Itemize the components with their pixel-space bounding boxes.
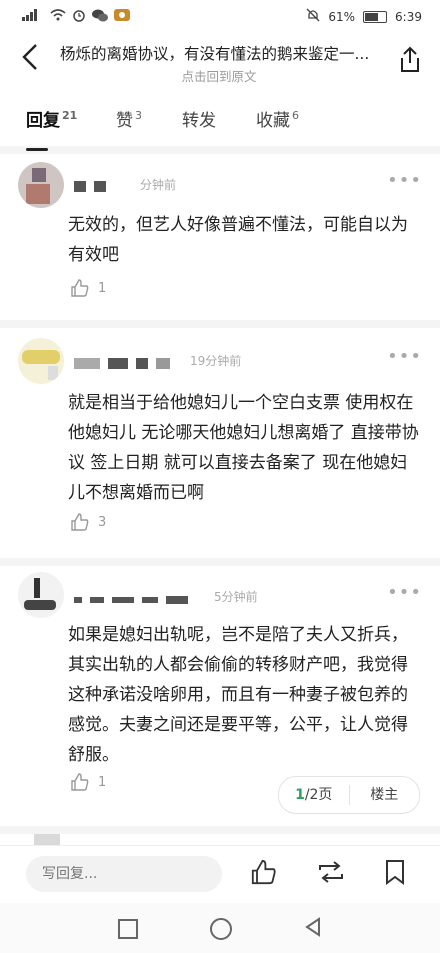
like-count: 1 <box>98 774 107 790</box>
tab-label: 赞 <box>116 111 133 131</box>
active-tab-indicator <box>26 148 48 151</box>
repost-button[interactable] <box>316 858 346 890</box>
comment-time: 19分钟前 <box>190 354 242 368</box>
tab-count: 3 <box>135 109 142 123</box>
tab-label: 收藏 <box>256 111 290 131</box>
status-bar: 61% 6:39 <box>0 0 440 32</box>
tab-label: 转发 <box>182 111 216 131</box>
comment-text: 如果是媳妇出轨呢，岂不是陪了夫人又折兵，其实出轨的人都会偷偷的转移财产吧，我觉得… <box>68 625 408 765</box>
tab-count: 6 <box>292 109 299 123</box>
username-redacted[interactable] <box>74 358 170 369</box>
share-button[interactable] <box>398 46 422 74</box>
page-navigator: 1/2页 楼主 <box>278 776 420 814</box>
avatar[interactable] <box>18 572 64 618</box>
alarm-icon <box>72 8 86 25</box>
recents-button[interactable] <box>118 919 138 939</box>
chevron-left-icon <box>22 44 37 70</box>
owner-only-button[interactable]: 楼主 <box>350 777 420 813</box>
bottom-action-bar <box>0 845 440 904</box>
username-redacted[interactable] <box>74 181 106 192</box>
home-button[interactable] <box>210 918 232 940</box>
mute-icon <box>306 8 320 25</box>
share-icon <box>401 46 419 72</box>
like-button[interactable]: 1 <box>70 772 106 792</box>
tab-replies[interactable]: 回复 21 <box>26 106 77 131</box>
comment-time: 5分钟前 <box>214 590 258 604</box>
back-nav-button[interactable] <box>304 917 322 941</box>
status-left <box>22 8 130 25</box>
comment-separator <box>0 558 440 566</box>
more-options-icon[interactable]: ••• <box>387 170 422 191</box>
page-indicator[interactable]: 1/2页 <box>279 777 349 813</box>
more-options-icon[interactable]: ••• <box>387 582 422 603</box>
battery-percent: 61% <box>328 9 356 24</box>
header: 杨烁的离婚协议，有没有懂法的鹅来鉴定一... 点击回到原文 <box>0 32 440 92</box>
system-nav-bar <box>0 903 440 953</box>
app-notification-icon <box>114 8 130 25</box>
signal-icon <box>22 9 44 24</box>
tab-count: 21 <box>62 109 78 123</box>
comment-text: 就是相当于给他媳妇儿一个空白支票 使用权在他媳妇儿 无论哪天他媳妇儿想离婚了 直… <box>68 393 419 503</box>
more-options-icon[interactable]: ••• <box>387 346 422 367</box>
like-post-button[interactable] <box>250 858 280 890</box>
tab-label: 回复 <box>26 111 60 131</box>
avatar[interactable] <box>18 338 64 384</box>
tab-bar: 回复 21 赞3 转发 收藏 6 <box>0 96 440 142</box>
like-count: 1 <box>98 280 107 296</box>
battery-icon <box>363 10 388 23</box>
avatar[interactable] <box>18 162 64 208</box>
back-button[interactable] <box>20 42 48 78</box>
like-button[interactable]: 3 <box>70 512 106 532</box>
status-right: 61% 6:39 <box>306 8 422 25</box>
clock: 6:39 <box>395 9 422 24</box>
comment-item: 19分钟前 ••• 就是相当于给他媳妇儿一个空白支票 使用权在他媳妇儿 无论哪天… <box>0 328 440 558</box>
username-redacted[interactable] <box>74 596 188 604</box>
comment-item: 分钟前 ••• 无效的，但艺人好像普遍不懂法，可能自以为有效吧 1 <box>0 154 440 320</box>
comment-separator <box>0 826 440 834</box>
wechat-icon <box>92 9 108 25</box>
comment-time: 分钟前 <box>140 178 177 192</box>
bookmark-icon <box>386 860 404 885</box>
page-title[interactable]: 杨烁的离婚协议，有没有懂法的鹅来鉴定一... <box>60 42 378 64</box>
tab-favorites[interactable]: 收藏 6 <box>256 106 299 131</box>
thumbs-up-icon <box>71 773 89 791</box>
back-to-original-link[interactable]: 点击回到原文 <box>60 66 378 85</box>
wifi-icon <box>50 9 66 24</box>
repost-icon <box>319 861 343 883</box>
comment-text: 无效的，但艺人好像普遍不懂法，可能自以为有效吧 <box>68 215 408 265</box>
current-page: 1 <box>295 787 305 803</box>
like-count: 3 <box>98 514 107 530</box>
tab-divider <box>0 146 440 154</box>
total-pages: /2页 <box>304 787 333 803</box>
like-button[interactable]: 1 <box>70 278 106 298</box>
tab-reposts[interactable]: 转发 <box>182 106 216 131</box>
avatar[interactable] <box>34 834 60 845</box>
thumbs-up-icon <box>71 513 89 531</box>
bookmark-button[interactable] <box>384 858 414 890</box>
thumbs-up-icon <box>71 279 89 297</box>
triangle-back-icon <box>305 917 320 937</box>
comment-separator <box>0 320 440 328</box>
reply-input[interactable] <box>26 856 222 892</box>
thumbs-up-icon <box>251 859 276 885</box>
tab-likes[interactable]: 赞3 <box>116 106 142 131</box>
